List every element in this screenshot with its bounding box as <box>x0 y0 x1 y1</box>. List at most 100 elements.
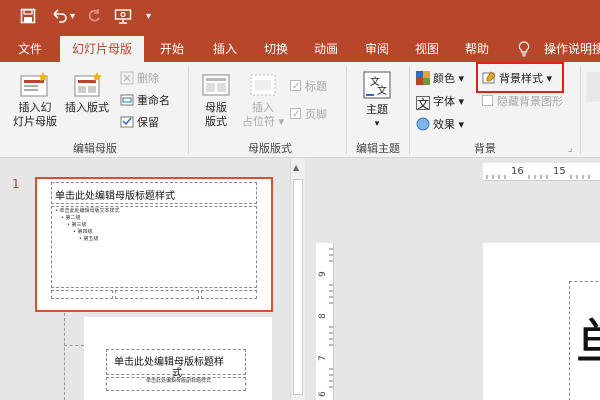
layout-icon <box>71 72 103 98</box>
body-placeholder <box>51 206 257 288</box>
horizontal-ruler: 16 15 <box>483 163 600 181</box>
ribbon-overflow-icon[interactable] <box>586 72 600 102</box>
hide-bg-label: 隐藏背景图形 <box>497 95 563 108</box>
ruler-v-number-4: 6 <box>318 391 328 397</box>
rename-icon <box>120 93 134 107</box>
fonts-button[interactable]: 文字体 ▾ <box>416 93 464 111</box>
title-bar: ▾ ▾ <box>0 0 600 36</box>
master-body-level-1: • 单击此处编辑母版文本样式 <box>55 208 120 214</box>
ruler-h-number-2: 15 <box>553 166 566 177</box>
footer-check-icon <box>290 106 301 124</box>
ruler-v-number-1: 9 <box>318 271 328 277</box>
effects-icon <box>416 117 430 131</box>
tab-insert[interactable]: 插入 <box>203 36 247 62</box>
themes-label: 主题 <box>366 103 388 116</box>
insert-slide-master-button[interactable]: 插入幻 灯片母版 <box>10 72 60 129</box>
insert-layout-button[interactable]: 插入版式 <box>62 72 112 115</box>
master-layout-group-label: 母版版式 <box>248 142 292 155</box>
tab-animations[interactable]: 动画 <box>304 36 348 62</box>
master-layout-label-1: 母版 <box>205 101 227 114</box>
undo-icon[interactable] <box>50 8 68 24</box>
insert-slide-master-label-2: 灯片母版 <box>13 115 57 128</box>
vertical-ruler: 9 8 7 6 <box>316 243 334 400</box>
background-group-label: 背景 <box>474 142 496 155</box>
master-layout-button[interactable]: 母版 版式 <box>196 72 236 129</box>
delete-label: 删除 <box>137 72 159 85</box>
dialog-launcher-icon[interactable]: ⌟ <box>568 144 572 154</box>
master-body-level-4: • 第四级 <box>73 229 93 235</box>
redo-icon <box>86 8 102 24</box>
effects-button[interactable]: 效果 ▾ <box>416 116 464 134</box>
master-layout-label-2: 版式 <box>205 115 227 128</box>
present-from-beginning-icon[interactable] <box>114 8 132 24</box>
tab-help[interactable]: 帮助 <box>455 36 499 62</box>
master-body-level-3: • 第三级 <box>67 222 87 228</box>
undo-dropdown-icon[interactable]: ▾ <box>70 8 75 26</box>
themes-icon: 文文 <box>362 70 392 100</box>
footer-placeholder <box>115 290 199 299</box>
layout-subtitle-text: 单击此处编辑母版副标题样式 <box>146 378 212 384</box>
placeholder-icon <box>248 72 278 98</box>
fonts-icon: 文 <box>416 96 430 111</box>
fonts-label: 字体 <box>433 95 455 108</box>
colors-button[interactable]: 颜色 ▾ <box>416 70 464 88</box>
customize-qat-icon[interactable]: ▾ <box>146 8 151 26</box>
tab-home[interactable]: 开始 <box>150 36 194 62</box>
vruler-ticks <box>329 248 333 388</box>
color-swatch-icon <box>416 71 430 85</box>
hide-bg-check-icon <box>482 95 493 106</box>
scrollbar-thumb[interactable] <box>293 179 303 395</box>
rename-label: 重命名 <box>137 94 170 107</box>
ruler-h-number: 16 <box>511 166 524 177</box>
footer-checkbox[interactable]: 页脚 <box>290 106 327 124</box>
group-divider <box>346 66 347 154</box>
scroll-up-icon[interactable]: ▲ <box>293 163 299 172</box>
date-placeholder <box>51 290 113 299</box>
lightbulb-icon[interactable] <box>518 41 530 61</box>
slide-number: 1 <box>12 177 20 191</box>
title-check-icon <box>290 78 301 96</box>
thumbnail-scrollbar[interactable]: ▲ <box>290 159 305 400</box>
tab-view[interactable]: 视图 <box>405 36 449 62</box>
master-body-level-2: • 第二级 <box>61 215 81 221</box>
master-title-text: 单击此处编辑母版标题样式 <box>55 191 175 202</box>
ruler-v-number-2: 8 <box>318 313 328 319</box>
slide-editor: 16 15 9 8 7 6 单 <box>306 159 600 400</box>
delete-icon <box>120 71 134 85</box>
insert-placeholder-label-1: 插入 <box>252 101 274 114</box>
tab-review[interactable]: 审阅 <box>355 36 399 62</box>
delete-button[interactable]: 删除 <box>120 70 159 88</box>
preserve-label: 保留 <box>137 116 159 129</box>
hide-background-graphics-checkbox[interactable]: 隐藏背景图形 <box>482 93 563 111</box>
themes-button[interactable]: 文文 主题 ▾ <box>357 70 397 131</box>
save-icon[interactable] <box>20 8 36 24</box>
footer-check-label: 页脚 <box>305 108 327 121</box>
insert-placeholder-button[interactable]: 插入 占位符 ▾ <box>240 72 286 129</box>
title-checkbox[interactable]: 标题 <box>290 78 327 96</box>
insert-slide-master-label-1: 插入幻 <box>18 101 52 114</box>
insert-placeholder-label-2: 占位符 ▾ <box>241 115 285 128</box>
effects-label: 效果 <box>433 118 455 131</box>
layout-thumbnail[interactable]: 单击此处编辑母版标题样 式 单击此处编辑母版副标题样式 <box>84 317 272 400</box>
insert-layout-label: 插入版式 <box>65 101 109 114</box>
title-check-label: 标题 <box>305 80 327 93</box>
tab-transitions[interactable]: 切换 <box>254 36 298 62</box>
master-body-level-5: • 第五级 <box>79 236 99 242</box>
layout-title-text-line1: 单击此处编辑母版标题样 <box>114 357 224 368</box>
ruler-v-number-3: 7 <box>318 355 328 361</box>
master-layout-icon <box>201 72 231 98</box>
powerpoint-window: ▾ ▾ 文件 幻灯片母版 开始 插入 切换 动画 审阅 视图 帮助 操作说明搜 … <box>0 0 600 400</box>
edit-theme-group-label: 编辑主题 <box>356 142 400 155</box>
tab-file[interactable]: 文件 <box>8 36 52 62</box>
tab-slide-master[interactable]: 幻灯片母版 <box>60 36 144 62</box>
preserve-icon <box>120 115 134 129</box>
themes-dropdown-icon: ▾ <box>374 119 380 129</box>
slide-master-icon <box>19 72 51 98</box>
ruler-ticks <box>486 175 590 179</box>
colors-label: 颜色 <box>433 72 455 85</box>
preserve-button[interactable]: 保留 <box>120 114 159 132</box>
tell-me-search[interactable]: 操作说明搜 <box>544 36 600 62</box>
master-thumbnail[interactable]: 单击此处编辑母版标题样式 • 单击此处编辑母版文本样式 • 第二级 • 第三级 … <box>35 177 273 312</box>
ribbon-tabs: 文件 幻灯片母版 开始 插入 切换 动画 审阅 视图 帮助 操作说明搜 <box>0 36 600 62</box>
rename-button[interactable]: 重命名 <box>120 92 170 110</box>
